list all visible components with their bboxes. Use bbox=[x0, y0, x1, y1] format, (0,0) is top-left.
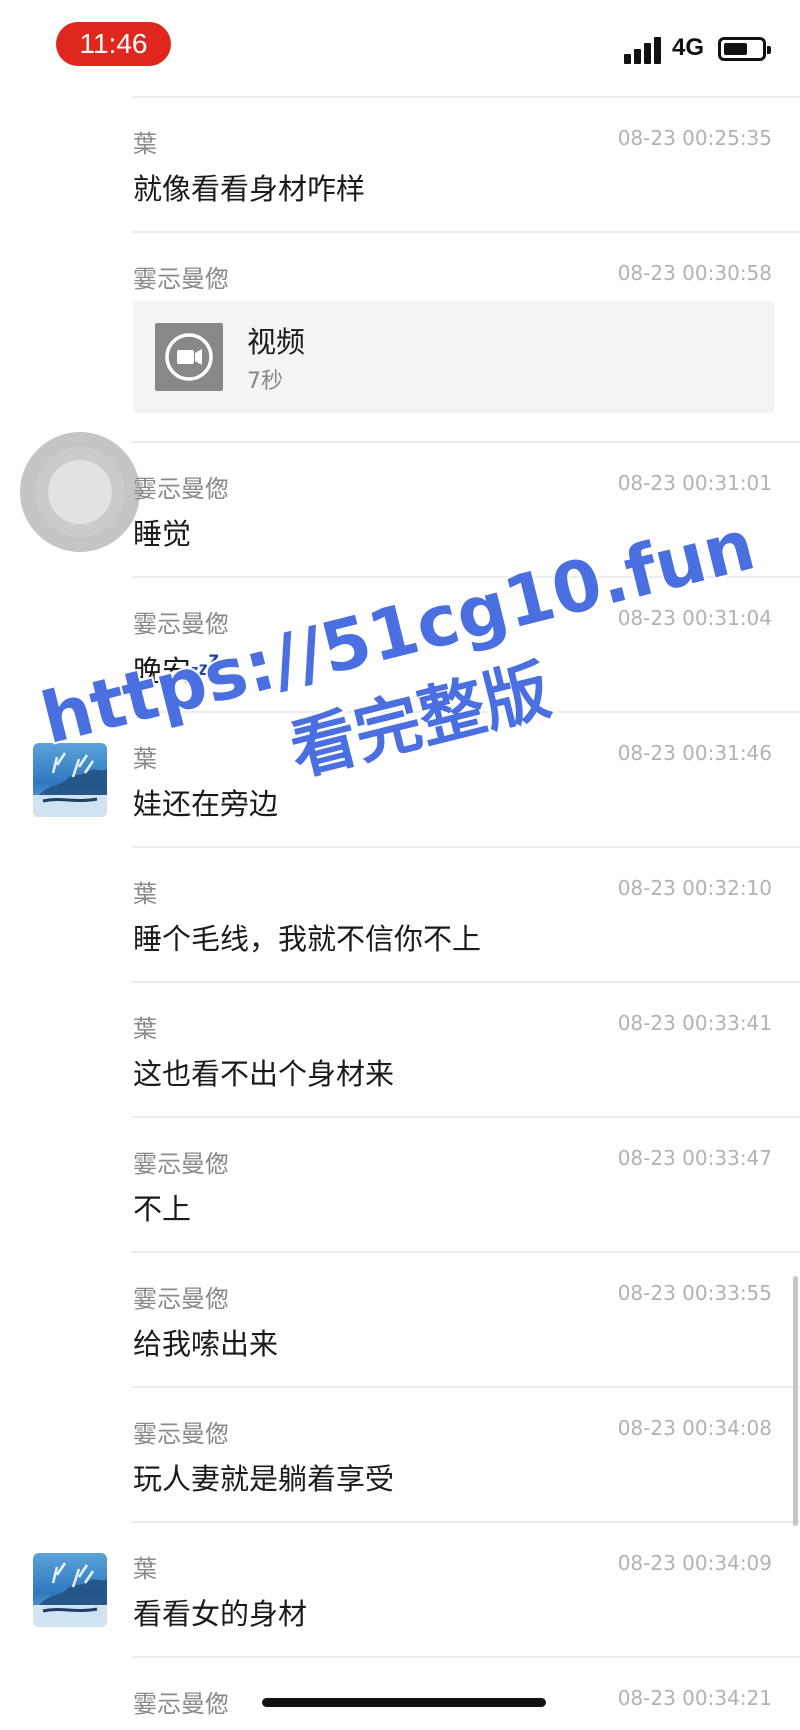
list-item[interactable]: 霎忈曼偬 08-23 00:33:55 给我嗦出来 bbox=[0, 1251, 800, 1386]
message-text: 看看女的身材 bbox=[133, 1597, 308, 1631]
list-item[interactable]: 葉 08-23 00:31:46 娃还在旁边 bbox=[0, 711, 800, 846]
video-duration: 7秒 bbox=[247, 369, 283, 394]
scroll-indicator[interactable] bbox=[793, 1276, 798, 1526]
status-bar: 11:46 4G bbox=[0, 0, 800, 96]
message-text: 玩人妻就是躺着享受 bbox=[133, 1462, 395, 1496]
sender-name: 霎忈曼偬 bbox=[133, 265, 229, 293]
list-item[interactable]: 霎忈曼偬 08-23 00:34:21 bbox=[0, 1656, 800, 1730]
sender-name: 葉 bbox=[133, 130, 157, 158]
message-timestamp: 08-23 00:34:08 bbox=[617, 1416, 772, 1440]
list-item[interactable]: 霎忈曼偬 08-23 00:34:08 玩人妻就是躺着享受 bbox=[0, 1386, 800, 1521]
message-timestamp: 08-23 00:25:35 bbox=[617, 126, 772, 150]
message-timestamp: 08-23 00:33:55 bbox=[617, 1281, 772, 1305]
video-message-card[interactable]: 视频 7秒 bbox=[133, 301, 775, 413]
message-timestamp: 08-23 00:30:58 bbox=[617, 261, 772, 285]
message-text-content: 晚安 bbox=[133, 654, 192, 688]
avatar[interactable] bbox=[33, 1553, 107, 1627]
message-text: 睡觉 bbox=[133, 517, 192, 551]
sender-name: 霎忈曼偬 bbox=[133, 610, 229, 638]
message-text: 就像看看身材咋样 bbox=[133, 172, 366, 206]
video-camera-icon bbox=[155, 323, 223, 391]
list-item[interactable]: 葉 08-23 00:33:41 这也看不出个身材来 bbox=[0, 981, 800, 1116]
list-item[interactable]: 霎忈曼偬 08-23 00:30:58 视频 7秒 bbox=[0, 231, 800, 441]
home-indicator[interactable] bbox=[262, 1698, 546, 1707]
list-item[interactable]: 霎忈曼偬 08-23 00:31:04 晚安zzz bbox=[0, 576, 800, 711]
message-timestamp: 08-23 00:33:41 bbox=[617, 1011, 772, 1035]
message-timestamp: 08-23 00:31:04 bbox=[617, 606, 772, 630]
sender-name: 霎忈曼偬 bbox=[133, 1150, 229, 1178]
message-timestamp: 08-23 00:34:21 bbox=[617, 1686, 772, 1710]
message-timestamp: 08-23 00:33:47 bbox=[617, 1146, 772, 1170]
sender-name: 霎忈曼偬 bbox=[133, 475, 229, 503]
message-timestamp: 08-23 00:32:10 bbox=[617, 876, 772, 900]
message-text: 睡个毛线，我就不信你不上 bbox=[133, 922, 482, 956]
sender-name: 葉 bbox=[133, 1555, 157, 1583]
signal-icon bbox=[624, 36, 664, 64]
chat-history-list[interactable]: 葉 08-23 00:25:35 就像看看身材咋样 霎忈曼偬 08-23 00:… bbox=[0, 96, 800, 1730]
message-text: 给我嗦出来 bbox=[133, 1327, 279, 1361]
list-item[interactable]: 葉 08-23 00:25:35 就像看看身材咋样 bbox=[0, 96, 800, 231]
sender-name: 葉 bbox=[133, 1015, 157, 1043]
message-text: 不上 bbox=[133, 1192, 192, 1226]
message-text: 娃还在旁边 bbox=[133, 787, 279, 821]
avatar[interactable] bbox=[33, 743, 107, 817]
sender-name: 霎忈曼偬 bbox=[133, 1420, 229, 1448]
video-title: 视频 bbox=[247, 325, 306, 359]
message-timestamp: 08-23 00:31:46 bbox=[617, 741, 772, 765]
list-item[interactable]: 葉 08-23 00:34:09 看看女的身材 bbox=[0, 1521, 800, 1656]
sender-name: 葉 bbox=[133, 880, 157, 908]
sender-name: 葉 bbox=[133, 745, 157, 773]
status-time[interactable]: 11:46 bbox=[56, 22, 171, 66]
list-item[interactable]: 葉 08-23 00:32:10 睡个毛线，我就不信你不上 bbox=[0, 846, 800, 981]
assistive-touch-button[interactable] bbox=[20, 432, 140, 552]
sender-name: 霎忈曼偬 bbox=[133, 1690, 229, 1718]
message-timestamp: 08-23 00:34:09 bbox=[617, 1551, 772, 1575]
message-text: 晚安zzz bbox=[133, 646, 220, 690]
message-timestamp: 08-23 00:31:01 bbox=[617, 471, 772, 495]
sender-name: 霎忈曼偬 bbox=[133, 1285, 229, 1313]
zzz-icon: zzz bbox=[191, 646, 220, 680]
battery-icon bbox=[718, 37, 771, 61]
network-label: 4G bbox=[672, 34, 705, 61]
message-text: 这也看不出个身材来 bbox=[133, 1057, 395, 1091]
list-item[interactable]: 霎忈曼偬 08-23 00:33:47 不上 bbox=[0, 1116, 800, 1251]
